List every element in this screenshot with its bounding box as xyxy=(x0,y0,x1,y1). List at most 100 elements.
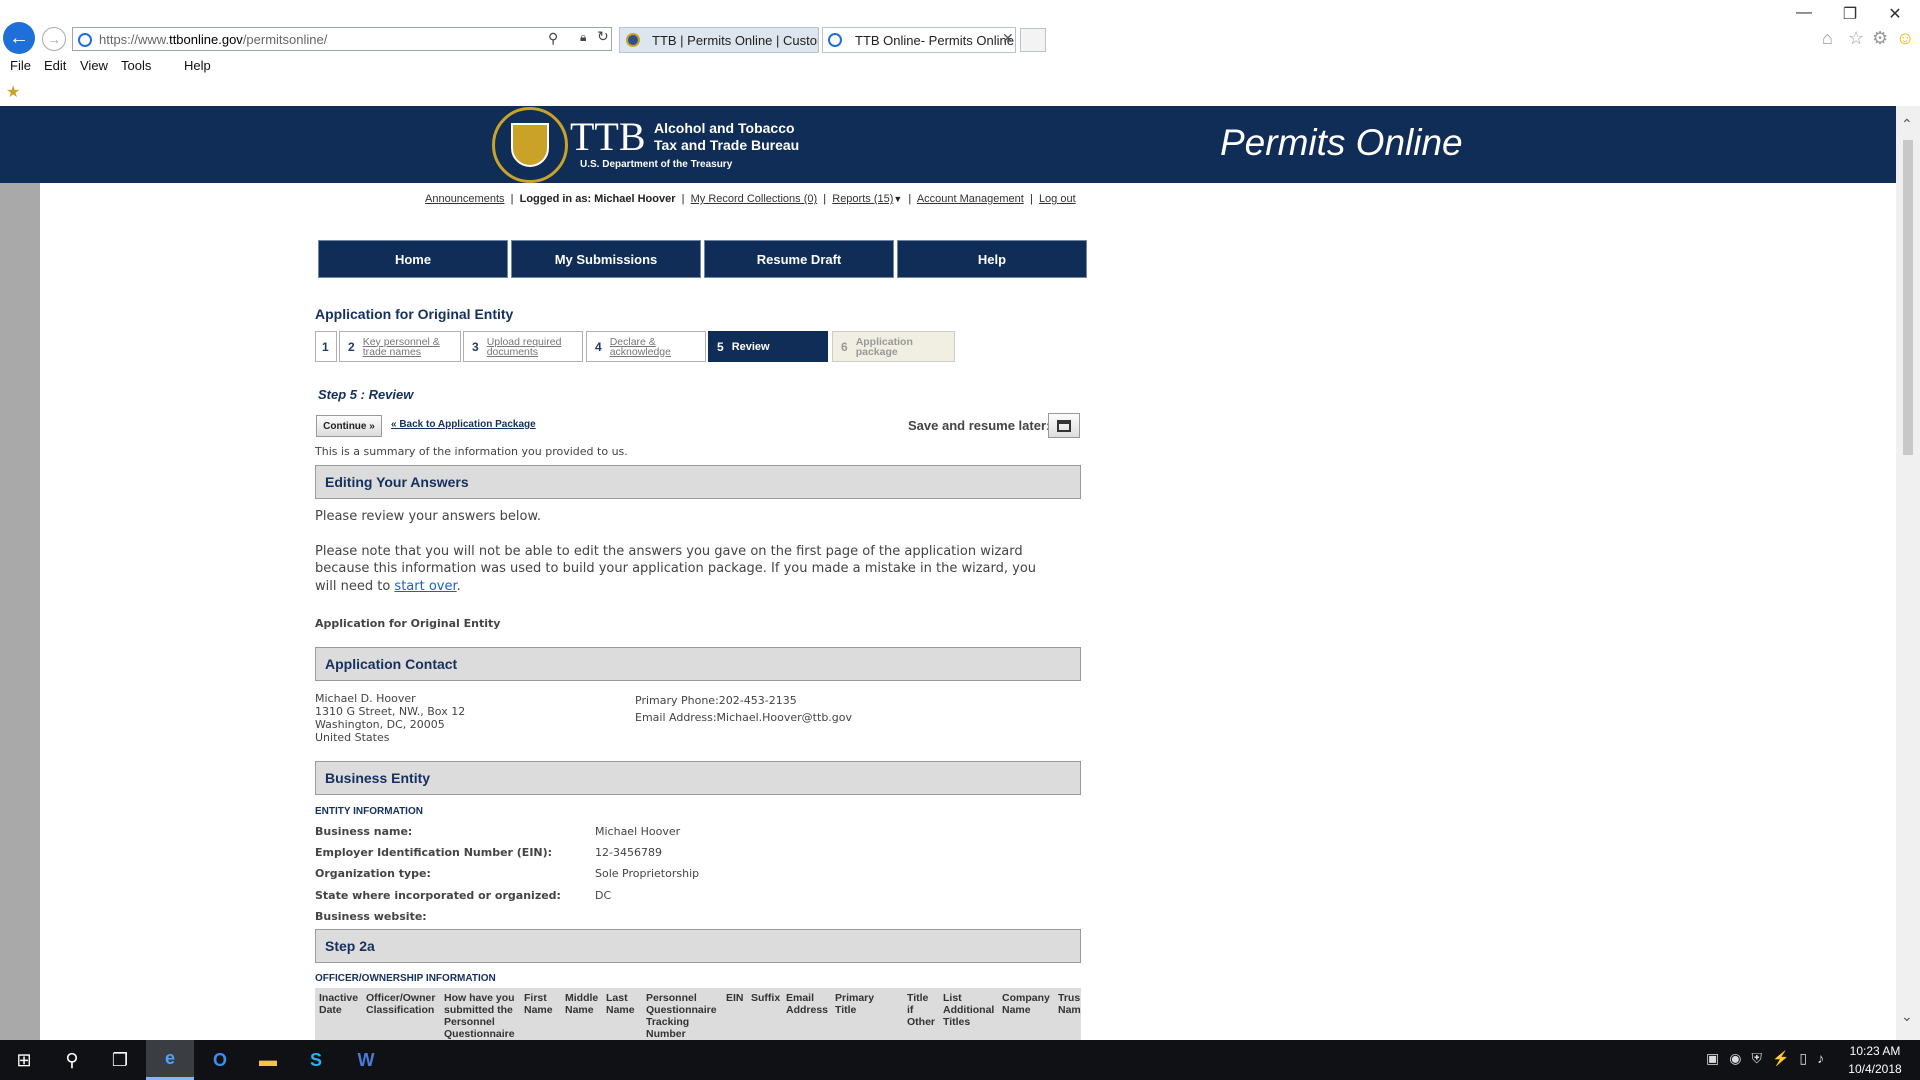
col-primary-title: Primary Title xyxy=(835,992,874,1016)
step-2-key-personnel[interactable]: 2 Key personnel & trade names xyxy=(339,331,461,362)
task-view-icon[interactable]: ❐ xyxy=(96,1040,144,1080)
account-management-link[interactable]: Account Management xyxy=(917,193,1024,205)
col-header-text: Middle Name xyxy=(565,992,599,1016)
reports-dropdown-icon[interactable]: ▼ xyxy=(893,194,902,204)
settings-gear-icon[interactable]: ⚙ xyxy=(1872,28,1888,49)
field-value: Sole Proprietorship xyxy=(595,867,700,880)
favorites-bar-icon[interactable]: ★ xyxy=(6,82,20,102)
outlook-icon[interactable]: O xyxy=(196,1040,244,1080)
logout-link[interactable]: Log out xyxy=(1039,193,1076,205)
record-collections-link[interactable]: My Record Collections (0) xyxy=(691,193,818,205)
refresh-icon[interactable]: ↻ xyxy=(597,28,609,45)
restore-button[interactable]: ❐ xyxy=(1830,4,1870,24)
back-button[interactable]: ← xyxy=(3,22,35,54)
nav-help[interactable]: Help xyxy=(897,240,1087,278)
nav-my-submissions[interactable]: My Submissions xyxy=(511,240,701,278)
step-1[interactable]: 1 xyxy=(315,331,337,362)
step-heading: Step 5 : Review xyxy=(318,387,414,402)
menu-favorites[interactable]: Tools xyxy=(121,58,151,73)
step-3-upload-documents[interactable]: 3 Upload required documents xyxy=(463,331,583,362)
agency-name-line1: Alcohol and Tobacco xyxy=(654,120,795,136)
internet-explorer-icon[interactable]: e xyxy=(146,1040,194,1080)
col-officer-classification: Officer/Owner Classification xyxy=(366,992,435,1016)
menu-view[interactable]: View xyxy=(80,58,108,73)
reports-link[interactable]: Reports (15) xyxy=(832,193,893,205)
col-header-text: Company Name xyxy=(1002,992,1050,1016)
smiley-icon[interactable]: ☺ xyxy=(1896,28,1914,49)
continue-button[interactable]: Continue » xyxy=(316,415,382,437)
col-title-if-other: Title if Other xyxy=(907,992,935,1028)
scrollbar-thumb[interactable] xyxy=(1903,140,1913,455)
search-icon[interactable]: ⚲ xyxy=(548,30,558,47)
note-line-2: because this information was used to bui… xyxy=(315,561,1037,576)
tray-icons[interactable]: ▣◉⛨⚡▯♪ xyxy=(1706,1050,1834,1067)
lock-icon[interactable]: 🔒︎ xyxy=(580,30,586,45)
nav-resume-draft[interactable]: Resume Draft xyxy=(704,240,894,278)
section-editing-answers: Editing Your Answers xyxy=(315,465,1081,499)
skype-icon[interactable]: S xyxy=(292,1040,340,1080)
menu-tools[interactable]: Help xyxy=(184,58,211,73)
scroll-up-arrow[interactable]: ⌃ xyxy=(1901,116,1913,133)
col-header-text: List Additional Titles xyxy=(943,992,995,1028)
col-ein: EIN xyxy=(726,992,744,1004)
scroll-down-arrow[interactable]: ⌄ xyxy=(1901,1008,1913,1025)
field-label: Business name: xyxy=(315,825,413,838)
favorites-star-icon[interactable]: ☆ xyxy=(1848,28,1864,49)
ttb-wordmark: TTB xyxy=(570,114,646,159)
field-label: Organization type: xyxy=(315,867,431,880)
step-4-declare-acknowledge[interactable]: 4 Declare & acknowledge xyxy=(586,331,706,362)
tab-permits-custom[interactable]: TTB | Permits Online | Custom... xyxy=(619,27,819,53)
col-header-text: Title if Other xyxy=(907,992,936,1028)
field-value: Michael Hoover xyxy=(595,825,681,838)
windows-start-icon[interactable]: ⊞ xyxy=(0,1040,48,1080)
summary-text: This is a summary of the information you… xyxy=(315,445,628,458)
back-to-package-link[interactable]: « Back to Application Package xyxy=(391,419,536,430)
col-trust-name: Trus Nam xyxy=(1058,992,1081,1016)
step-6-application-package: 6 Application package xyxy=(832,331,955,362)
tab-permits-online[interactable]: TTB Online- Permits Online... xyxy=(822,27,1016,53)
col-email-address: Email Address xyxy=(786,992,828,1016)
col-middle-name: Middle Name xyxy=(565,992,598,1016)
col-header-text: Suffix xyxy=(751,992,781,1004)
officer-table-header: Inactive Date Officer/Owner Classificati… xyxy=(315,988,1081,1040)
minimize-button[interactable]: — xyxy=(1784,4,1824,22)
nav-home[interactable]: Home xyxy=(318,240,508,278)
url-host: ttbonline.gov xyxy=(169,31,243,47)
step-label-line2: trade names xyxy=(362,345,422,358)
url-base: https://www. xyxy=(99,31,170,47)
field-label: Business website: xyxy=(315,910,427,923)
tab-label: TTB | Permits Online | Custom... xyxy=(652,32,818,48)
save-resume-button[interactable] xyxy=(1048,413,1080,438)
start-over-link[interactable]: start over xyxy=(394,579,456,594)
section-business-entity: Business Entity xyxy=(315,761,1081,795)
new-tab-button[interactable] xyxy=(1020,28,1046,52)
url-path: /permitsonline/ xyxy=(242,31,328,47)
menu-edit[interactable]: Edit xyxy=(44,58,66,73)
calendar-icon xyxy=(1057,419,1071,432)
announcements-link[interactable]: Announcements xyxy=(425,193,505,205)
col-header-text: Last Name xyxy=(606,992,635,1016)
step-label-line2: documents xyxy=(486,345,539,358)
clock-time[interactable]: 10:23 AM xyxy=(1840,1044,1910,1058)
tab-label: TTB Online- Permits Online... xyxy=(855,32,1016,48)
col-header-text: Trus Nam xyxy=(1058,992,1081,1016)
clock-date[interactable]: 10/4/2018 xyxy=(1840,1062,1910,1076)
step-number: 1 xyxy=(322,339,329,354)
col-inactive-date: Inactive Date xyxy=(319,992,358,1016)
home-icon[interactable]: ⌂ xyxy=(1822,28,1833,49)
forward-button[interactable]: → xyxy=(42,27,66,51)
col-suffix: Suffix xyxy=(751,992,780,1004)
user-bar: Announcements | Logged in as: Michael Ho… xyxy=(425,193,1076,205)
contact-country: United States xyxy=(315,731,390,744)
word-icon[interactable]: W xyxy=(342,1040,390,1080)
section-step-2a: Step 2a xyxy=(315,929,1081,963)
note-line-1: Please note that you will not be able to… xyxy=(315,544,1023,559)
menu-file[interactable]: File xyxy=(10,58,31,73)
save-resume-label: Save and resume later: xyxy=(908,418,1051,433)
close-window-button[interactable]: ✕ xyxy=(1875,4,1915,24)
close-tab-icon[interactable]: ✕ xyxy=(1002,30,1014,47)
col-additional-titles: List Additional Titles xyxy=(943,992,994,1028)
search-icon[interactable]: ⚲ xyxy=(48,1040,96,1080)
file-explorer-icon[interactable]: ▬ xyxy=(244,1040,292,1080)
address-bar[interactable]: https://www. ttbonline.gov/permitsonline/ xyxy=(72,27,612,51)
